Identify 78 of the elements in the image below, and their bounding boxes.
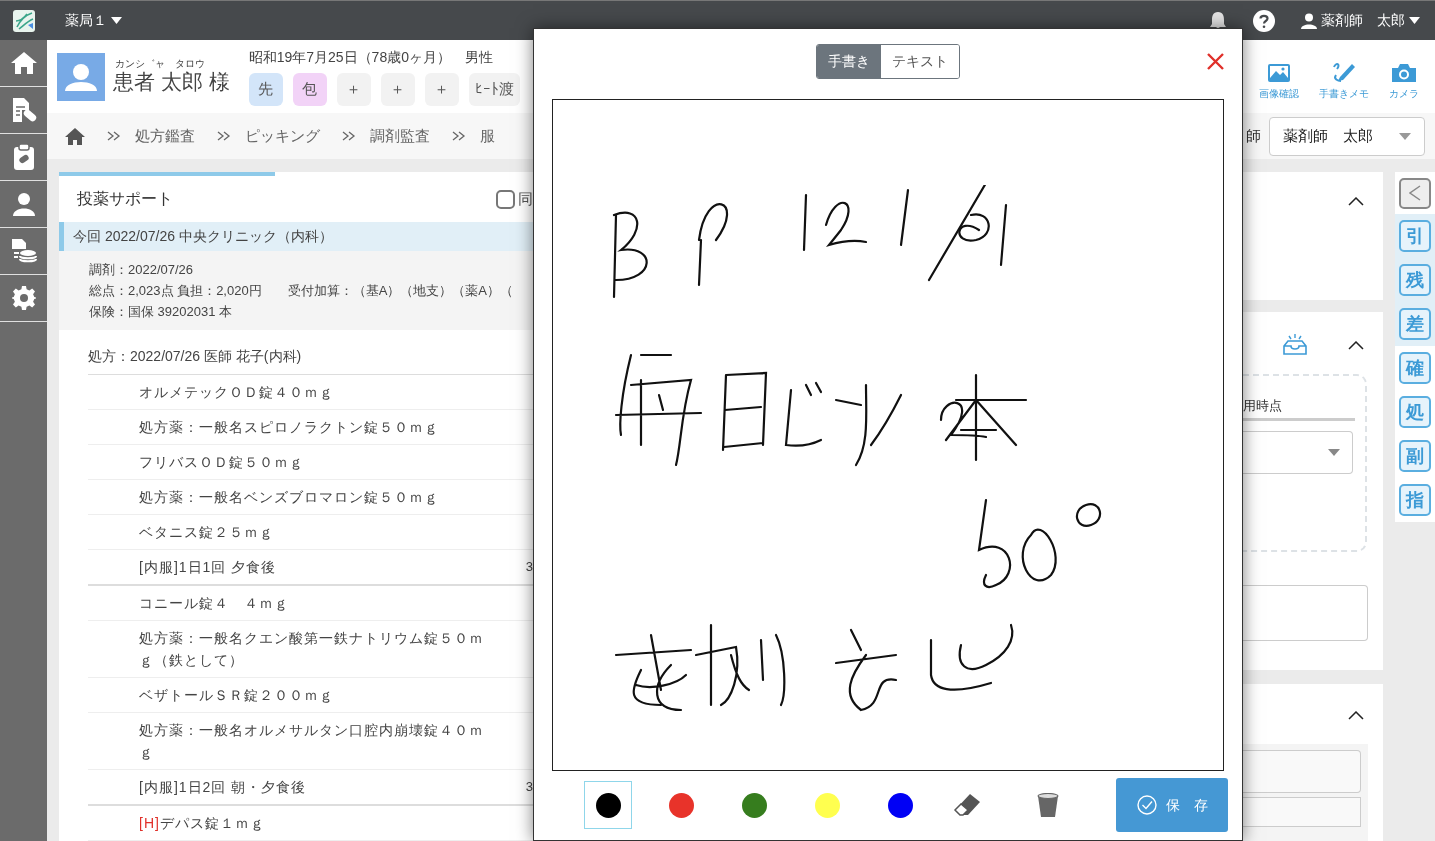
save-button[interactable]: 保 存 (1116, 778, 1228, 832)
input-field[interactable] (1243, 750, 1361, 793)
chevron-up-icon[interactable] (1348, 711, 1364, 720)
caret-down-icon[interactable] (1409, 16, 1420, 25)
home-icon[interactable] (65, 127, 85, 145)
quantity-value: 3 (525, 778, 533, 797)
drug-name: フリバスＯＤ錠５０ｍｇ (139, 453, 305, 472)
tag-button[interactable]: 先 (248, 73, 283, 106)
drug-name: コニール錠４ ４ｍｇ (139, 594, 290, 613)
patient-name: 患者 太郎 様 (113, 69, 230, 95)
drug-name: オルメテックＯＤ錠４０ｍｇ (139, 383, 335, 402)
close-icon[interactable] (1207, 53, 1224, 70)
bell-icon[interactable] (1209, 10, 1227, 31)
tag-button[interactable]: 包 (292, 73, 327, 106)
double-chevron-icon (452, 131, 466, 141)
toolbar-button[interactable]: 手書きメモ (1319, 60, 1369, 101)
breadcrumb-step[interactable]: ピッキング (245, 124, 320, 148)
tag-button[interactable]: ＋ (380, 73, 415, 106)
clipboard-icon[interactable] (11, 143, 36, 171)
settings-icon[interactable] (10, 285, 37, 311)
eraser-icon[interactable] (953, 793, 981, 817)
pen-color-button[interactable] (584, 781, 632, 829)
inbox-icon[interactable] (1282, 334, 1308, 356)
check-circle-icon (1136, 795, 1157, 815)
checkbox[interactable] (496, 189, 515, 209)
trash-can-icon[interactable] (1037, 792, 1059, 818)
toolbar-button[interactable]: カメラ (1389, 60, 1419, 101)
usage-instruction: [内服]1日2回 朝・夕食後 (139, 778, 308, 797)
detail-line: 総点：2,023点 負担：2,020円 受付加算：（基A）（地支）（薬A）（ (89, 282, 515, 300)
image-icon (1267, 62, 1291, 83)
breadcrumb-step[interactable]: 処方鑑査 (135, 124, 195, 148)
document-coins-icon[interactable] (9, 237, 38, 265)
caret-down-icon[interactable] (111, 16, 122, 25)
double-chevron-icon (107, 131, 121, 141)
drug-name: 処方薬：一般名スピロノラクトン錠５０ｍｇ (139, 418, 440, 437)
patient-name-kana: カンシ゛ャ タロウ (114, 58, 206, 69)
prescription-header: 処方：2022/07/26 医師 花子(内科) (88, 348, 302, 364)
breadcrumb-step[interactable]: 調剤監査 (370, 124, 430, 148)
chevron-up-icon[interactable] (1348, 197, 1364, 206)
drug-name: 処方薬：一般名ベンズブロマロン錠５０ｍｇ (139, 488, 440, 507)
drug-name: ベタニス錠２５ｍｇ (139, 523, 275, 542)
person-icon (1301, 12, 1317, 29)
app-logo-icon[interactable] (11, 8, 36, 33)
usage-instruction: [内服]1日1回 夕食後 (139, 558, 278, 577)
pharmacist-label: 師 (1246, 125, 1261, 146)
card-title: 投薬サポート (77, 189, 173, 209)
tag-button[interactable]: ﾋｰﾄ渡 (468, 73, 520, 106)
toolbar-button[interactable]: 画像確認 (1259, 60, 1299, 101)
drug-name: ベザトールＳＲ錠２００ｍｇ (139, 686, 335, 705)
home-icon[interactable] (9, 51, 38, 75)
pharmacist-select[interactable]: 薬剤師 太郎 (1269, 116, 1425, 156)
pen-icon (1332, 60, 1356, 83)
breadcrumb-step[interactable]: 服 (480, 124, 495, 148)
drug-name: 処方薬：一般名クエン酸第一鉄ナトリウム錠５０ｍｇ（鉄として） (139, 629, 484, 670)
drug-name: [H]デパス錠１ｍｇ (139, 814, 266, 833)
help-icon[interactable] (1253, 9, 1275, 32)
quantity-value: 3 (525, 558, 533, 577)
detail-line: 保険：国保 39202031 本 (89, 303, 234, 321)
double-chevron-icon (342, 131, 356, 141)
double-chevron-icon (217, 131, 231, 141)
detail-line: 調剤：2022/07/26 (89, 261, 195, 279)
drawing-canvas[interactable] (552, 99, 1224, 771)
visit-header[interactable]: 今回 2022/07/26 中央クリニック（内科） (59, 222, 533, 251)
input-field[interactable] (1243, 797, 1361, 827)
tag-button[interactable]: ＋ (336, 73, 371, 106)
avatar-icon (57, 52, 105, 101)
person-icon[interactable] (11, 192, 36, 216)
camera-icon (1391, 62, 1417, 83)
chevron-left-icon (1409, 185, 1421, 201)
tag-button[interactable]: ＋ (424, 73, 459, 106)
chevron-up-icon[interactable] (1348, 340, 1364, 350)
store-dropdown[interactable]: 薬局１ (65, 10, 122, 31)
checkbox-label: 同 (518, 188, 533, 209)
sex-label: 男性 (464, 48, 493, 67)
mode-tab[interactable]: 手書き (817, 45, 881, 78)
birth-date: 昭和19年7月25日（78歳0ヶ月） (248, 48, 451, 67)
drug-name: 処方薬：一般名オルメサルタン口腔内崩壊錠４０ｍｇ (139, 721, 484, 762)
user-menu[interactable]: 薬剤師 太郎 (1301, 10, 1420, 31)
